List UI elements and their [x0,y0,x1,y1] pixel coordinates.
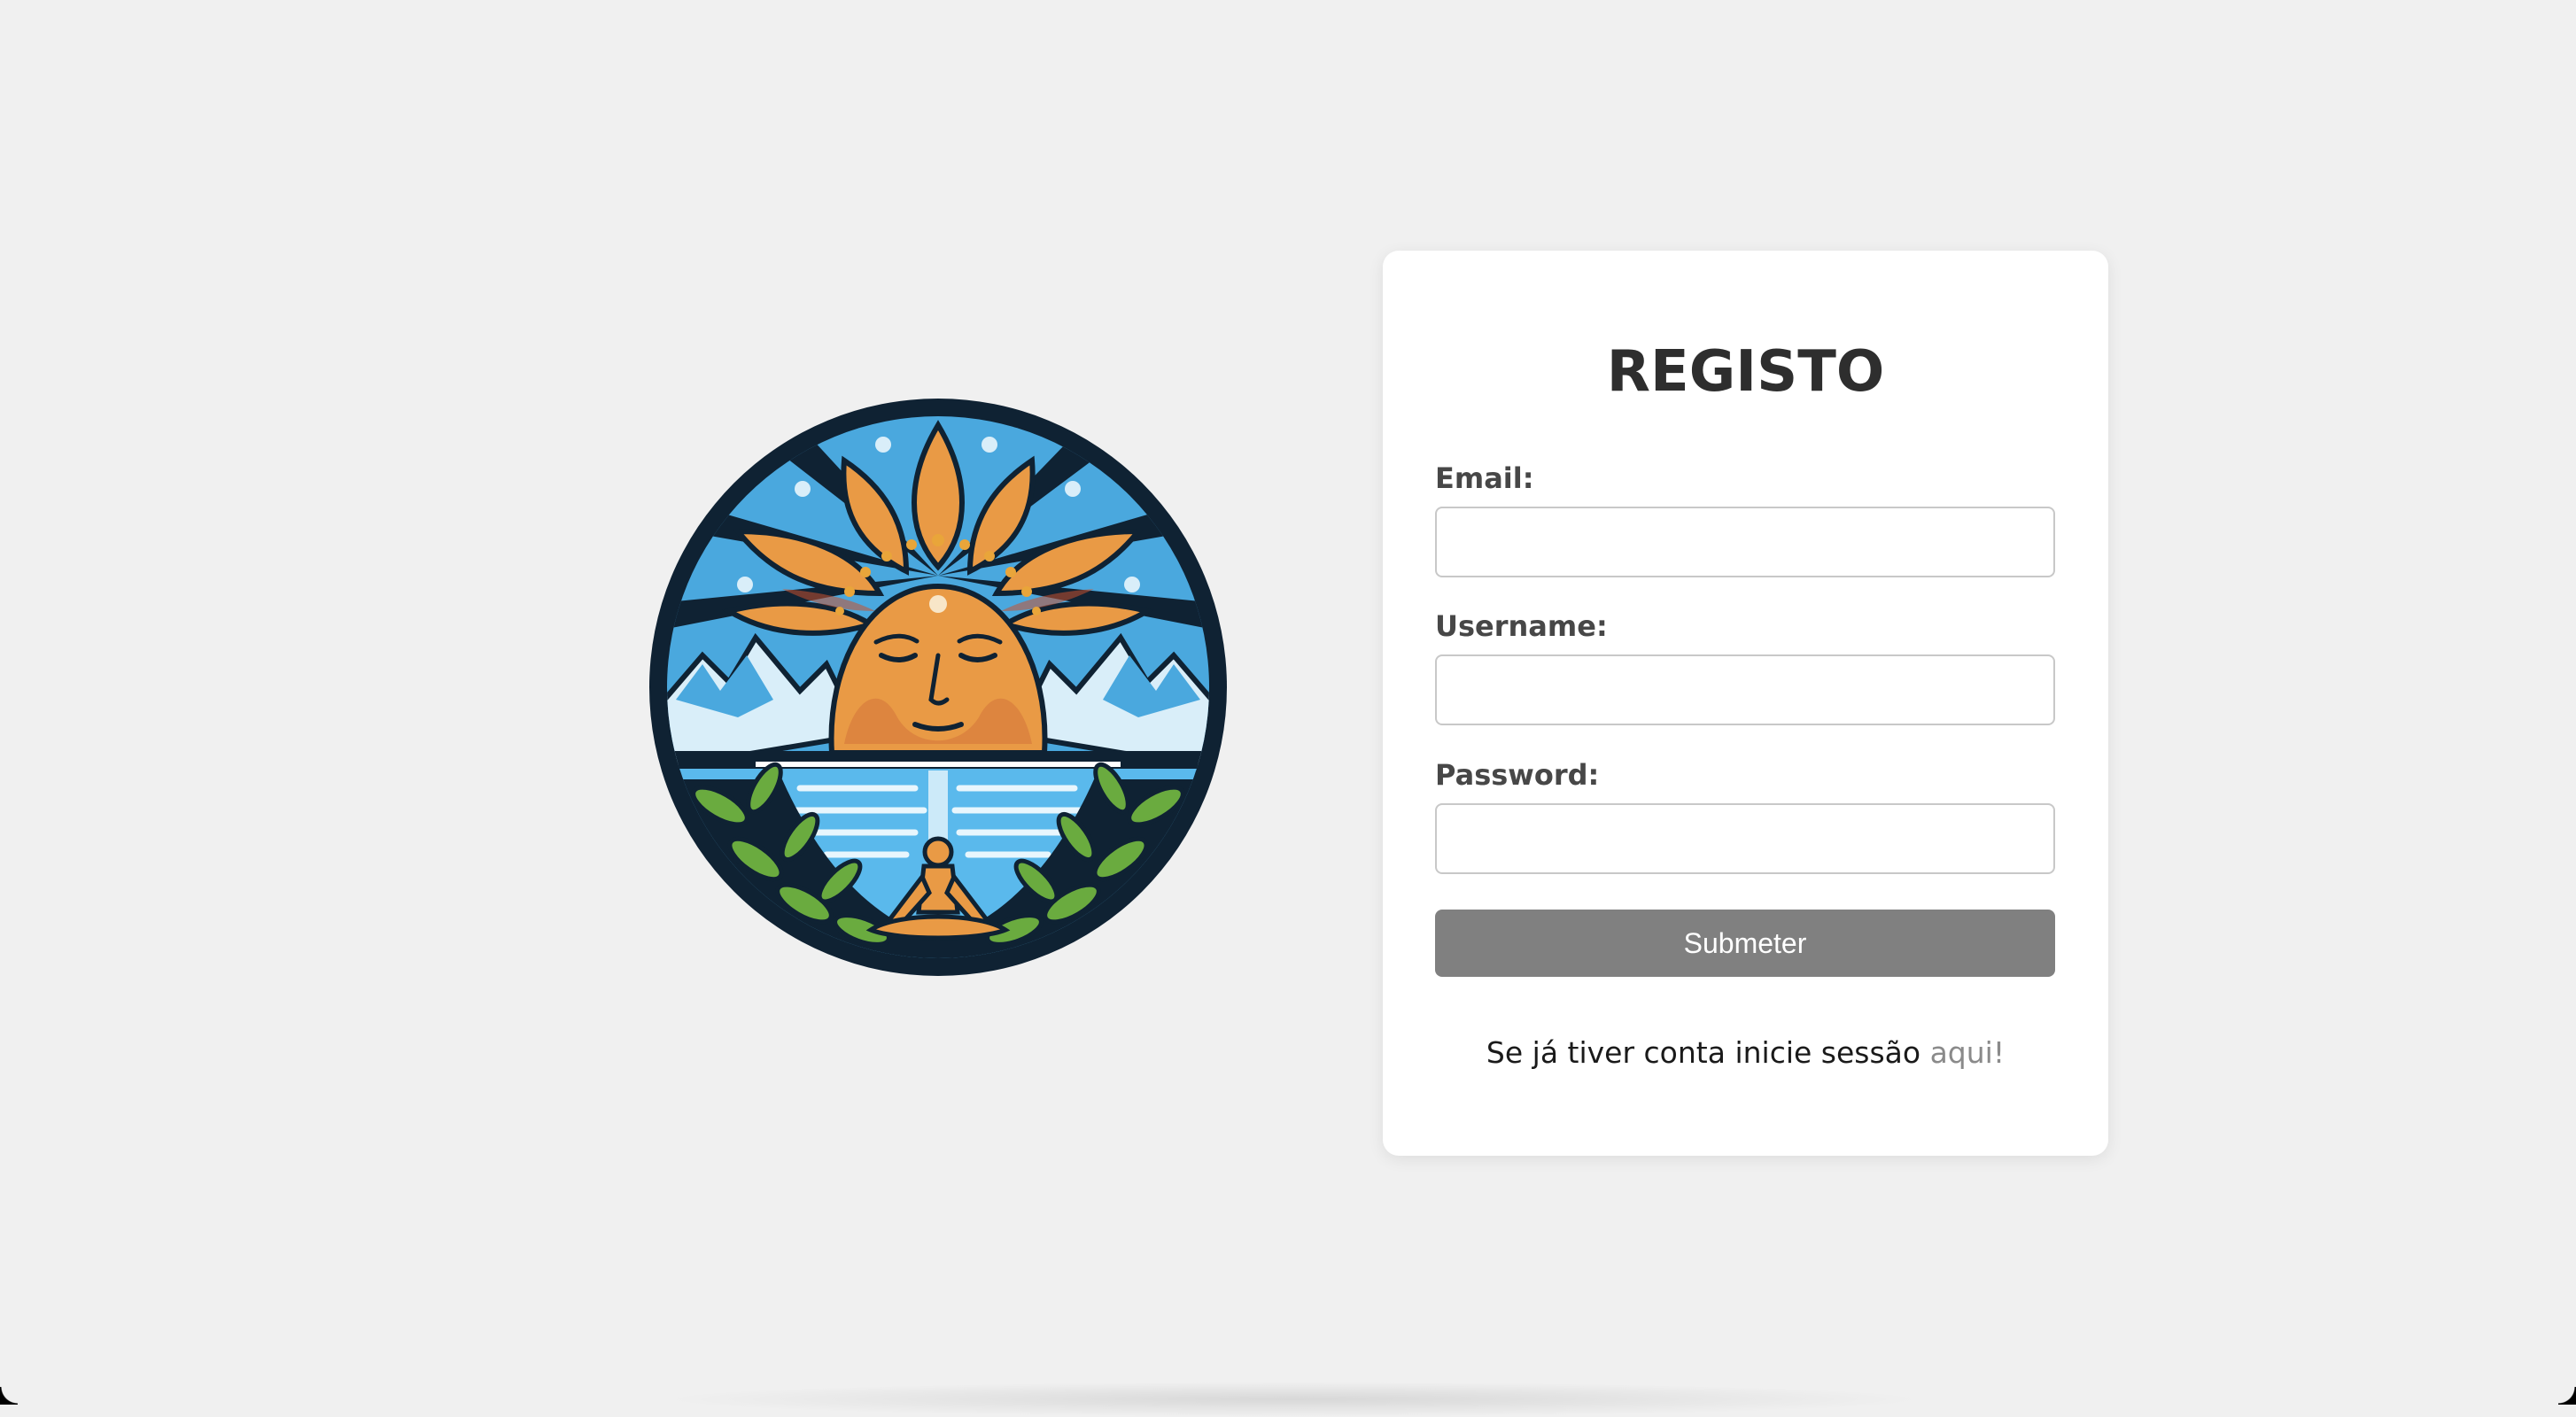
window-corner-right [2558,1387,2576,1405]
password-field[interactable] [1435,803,2055,874]
login-link[interactable]: aqui! [1930,1035,2005,1070]
login-prompt: Se já tiver conta inicie sessão aqui! [1383,1038,2108,1067]
logo [649,399,1227,976]
email-field[interactable] [1435,507,2055,577]
email-label: Email: [1435,461,1534,495]
register-card: REGISTO Email: Username: Password: Subme… [1383,251,2108,1156]
password-label: Password: [1435,758,1600,792]
username-label: Username: [1435,609,1608,643]
window-corner-left [0,1387,18,1405]
login-prompt-text: Se já tiver conta inicie sessão [1486,1035,1930,1070]
page-title: REGISTO [1606,339,1885,405]
window-shadow [656,1382,1931,1417]
username-field[interactable] [1435,654,2055,725]
submit-button[interactable]: Submeter [1435,910,2055,977]
meditation-sun-emblem-icon [649,399,1227,976]
page: REGISTO Email: Username: Password: Subme… [0,0,2576,1417]
